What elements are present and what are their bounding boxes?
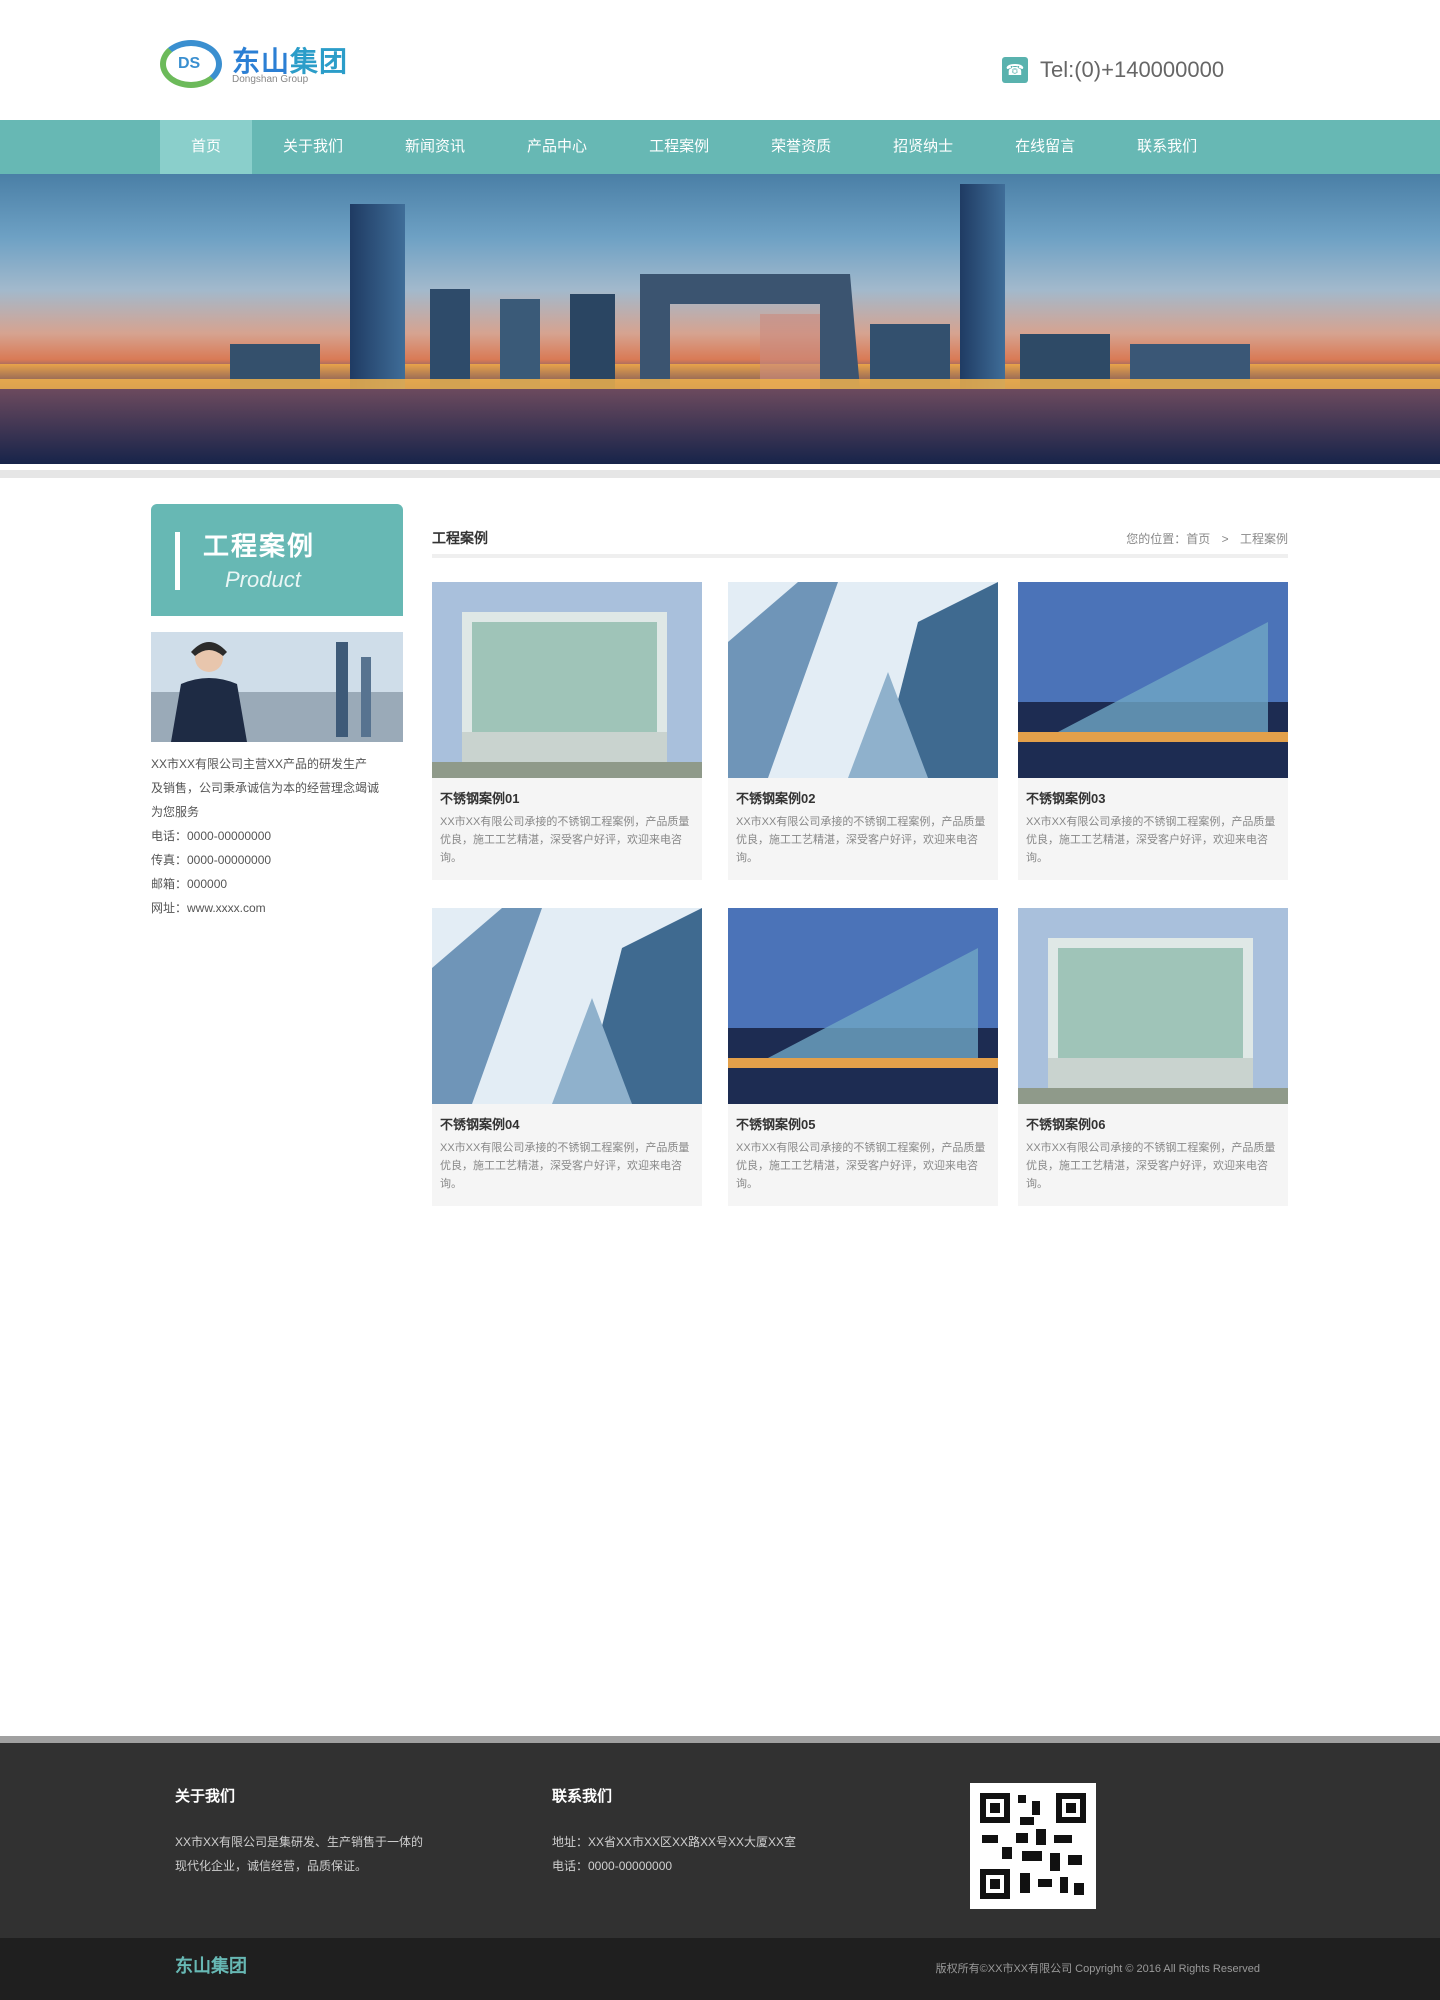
qr-code-icon: [970, 1783, 1096, 1909]
case-title[interactable]: 不锈钢案例01: [432, 778, 702, 813]
nav-item[interactable]: 产品中心: [496, 120, 618, 174]
case-description: XX市XX有限公司承接的不锈钢工程案例，产品质量优良，施工工艺精湛，深受客户好评…: [440, 816, 690, 864]
sidebar-info-line: 邮箱：000000: [151, 877, 228, 891]
case-card[interactable]: 不锈钢案例05 XX市XX有限公司承接的不锈钢工程案例，产品质量优良，施工工艺精湛…: [728, 908, 998, 1206]
sidebar: 工程案例 Product XX市XX有限公司主营XX产品的研发生产 及销售，公司秉…: [151, 504, 403, 920]
breadcrumb-separator: >: [1221, 532, 1229, 546]
case-description: XX市XX有限公司承接的不锈钢工程案例，产品质量优良，施工工艺精湛，深受客户好评…: [736, 1142, 986, 1190]
header: DS 东山集团 Dongshan Group ☎ Tel:(0)+1400000…: [0, 0, 1440, 120]
sidebar-photo: [151, 632, 403, 742]
case-description: XX市XX有限公司承接的不锈钢工程案例，产品质量优良，施工工艺精湛，深受客户好评…: [440, 1142, 690, 1190]
logo[interactable]: DS 东山集团 Dongshan Group: [160, 36, 375, 92]
content-header: 工程案例 您的位置：首页 > 工程案例: [432, 520, 1288, 558]
logo-subtitle: Dongshan Group: [232, 74, 309, 85]
case-title[interactable]: 不锈钢案例03: [1018, 778, 1288, 813]
case-title[interactable]: 不锈钢案例05: [728, 1104, 998, 1139]
banner-image: [0, 174, 1440, 464]
case-image[interactable]: [432, 582, 702, 778]
case-card[interactable]: 不锈钢案例04 XX市XX有限公司承接的不锈钢工程案例，产品质量优良，施工工艺精湛…: [432, 908, 702, 1206]
case-card[interactable]: 不锈钢案例01 XX市XX有限公司承接的不锈钢工程案例，产品质量优良，施工工艺精湛…: [432, 582, 702, 880]
case-image[interactable]: [1018, 582, 1288, 778]
footer-about-line: XX市XX有限公司是集研发、生产销售于一体的: [175, 1835, 424, 1849]
nav-item[interactable]: 联系我们: [1106, 120, 1228, 174]
main-content: 工程案例 您的位置：首页 > 工程案例 不锈钢案例01 XX市XX有限公司承接的不…: [432, 520, 1288, 1206]
footer-about-title: 关于我们: [175, 1788, 236, 1805]
case-card[interactable]: 不锈钢案例06 XX市XX有限公司承接的不锈钢工程案例，产品质量优良，施工工艺精湛…: [1018, 908, 1288, 1206]
case-title[interactable]: 不锈钢案例04: [432, 1104, 702, 1139]
sidebar-info-line: 传真：0000-00000000: [151, 853, 272, 867]
nav-item[interactable]: 招贤纳士: [862, 120, 984, 174]
banner-divider: [0, 470, 1440, 478]
sidebar-title: 工程案例: [203, 531, 316, 561]
logo-mark-icon: DS: [160, 40, 222, 88]
breadcrumb: 您的位置：首页 > 工程案例: [1118, 530, 1288, 547]
sidebar-subtitle: Product: [225, 567, 301, 592]
nav-item[interactable]: 荣誉资质: [740, 120, 862, 174]
footer-about-line: 现代化企业，诚信经营，品质保证。: [175, 1859, 368, 1873]
main-nav: 首页 关于我们 新闻资讯 产品中心 工程案例 荣誉资质 招贤纳士 在线留言 联系我们: [0, 120, 1440, 174]
nav-item[interactable]: 工程案例: [618, 120, 740, 174]
content-title: 工程案例: [432, 530, 488, 546]
nav-item[interactable]: 关于我们: [252, 120, 374, 174]
case-image[interactable]: [1018, 908, 1288, 1104]
footer: 关于我们 XX市XX有限公司是集研发、生产销售于一体的 现代化企业，诚信经营，品…: [0, 1736, 1440, 1938]
case-title[interactable]: 不锈钢案例02: [728, 778, 998, 813]
case-card[interactable]: 不锈钢案例02 XX市XX有限公司承接的不锈钢工程案例，产品质量优良，施工工艺精湛…: [728, 582, 998, 880]
case-image[interactable]: [728, 582, 998, 778]
case-description: XX市XX有限公司承接的不锈钢工程案例，产品质量优良，施工工艺精湛，深受客户好评…: [1026, 816, 1276, 864]
breadcrumb-current[interactable]: 工程案例: [1240, 532, 1288, 546]
case-card[interactable]: 不锈钢案例03 XX市XX有限公司承接的不锈钢工程案例，产品质量优良，施工工艺精湛…: [1018, 582, 1288, 880]
phone-icon: ☎: [1002, 57, 1028, 83]
city-skyline-image: [0, 184, 1440, 464]
nav-item[interactable]: 新闻资讯: [374, 120, 496, 174]
copyright-text: 版权所有©XX市XX有限公司 Copyright © 2016 All Righ…: [935, 1963, 1260, 1975]
breadcrumb-home[interactable]: 您的位置：首页: [1126, 532, 1210, 546]
sidebar-info-line: 及销售，公司秉承诚信为本的经营理念竭诚: [151, 781, 380, 795]
qr-code-graphic: [976, 1789, 1090, 1903]
phone-contact: ☎ Tel:(0)+140000000: [1002, 56, 1224, 84]
businesswoman-image: [151, 632, 403, 742]
bottom-bar: 东山集团 版权所有©XX市XX有限公司 Copyright © 2016 All…: [0, 1938, 1440, 2000]
footer-contact-line: 电话：0000-00000000: [552, 1859, 673, 1873]
nav-item[interactable]: 在线留言: [984, 120, 1106, 174]
nav-item[interactable]: 首页: [160, 120, 253, 174]
case-title[interactable]: 不锈钢案例06: [1018, 1104, 1288, 1139]
bottom-logo[interactable]: 东山集团: [175, 1952, 247, 1978]
sidebar-info-line: 电话：0000-00000000: [151, 829, 272, 843]
sidebar-contact-info: XX市XX有限公司主营XX产品的研发生产 及销售，公司秉承诚信为本的经营理念竭诚为…: [151, 752, 403, 920]
footer-contact-title: 联系我们: [552, 1788, 613, 1805]
phone-number: Tel:(0)+140000000: [1040, 57, 1225, 82]
case-description: XX市XX有限公司承接的不锈钢工程案例，产品质量优良，施工工艺精湛，深受客户好评…: [1026, 1142, 1276, 1190]
sidebar-info-line: XX市XX有限公司主营XX产品的研发生产: [151, 757, 368, 771]
sidebar-title-box: 工程案例 Product: [151, 504, 403, 616]
case-image[interactable]: [432, 908, 702, 1104]
case-description: XX市XX有限公司承接的不锈钢工程案例，产品质量优良，施工工艺精湛，深受客户好评…: [736, 816, 986, 864]
footer-contact: 联系我们 地址：XX省XX市XX区XX路XX号XX大厦XX室 电话：0000-0…: [552, 1785, 796, 1878]
case-image[interactable]: [728, 908, 998, 1104]
footer-contact-line: 地址：XX省XX市XX区XX路XX号XX大厦XX室: [552, 1835, 797, 1849]
sidebar-info-line: 为您服务: [151, 805, 200, 819]
sidebar-info-line: 网址：www.xxxx.com: [151, 901, 266, 915]
footer-about: 关于我们 XX市XX有限公司是集研发、生产销售于一体的 现代化企业，诚信经营，品…: [175, 1785, 423, 1878]
title-accent-bar: [175, 532, 180, 590]
